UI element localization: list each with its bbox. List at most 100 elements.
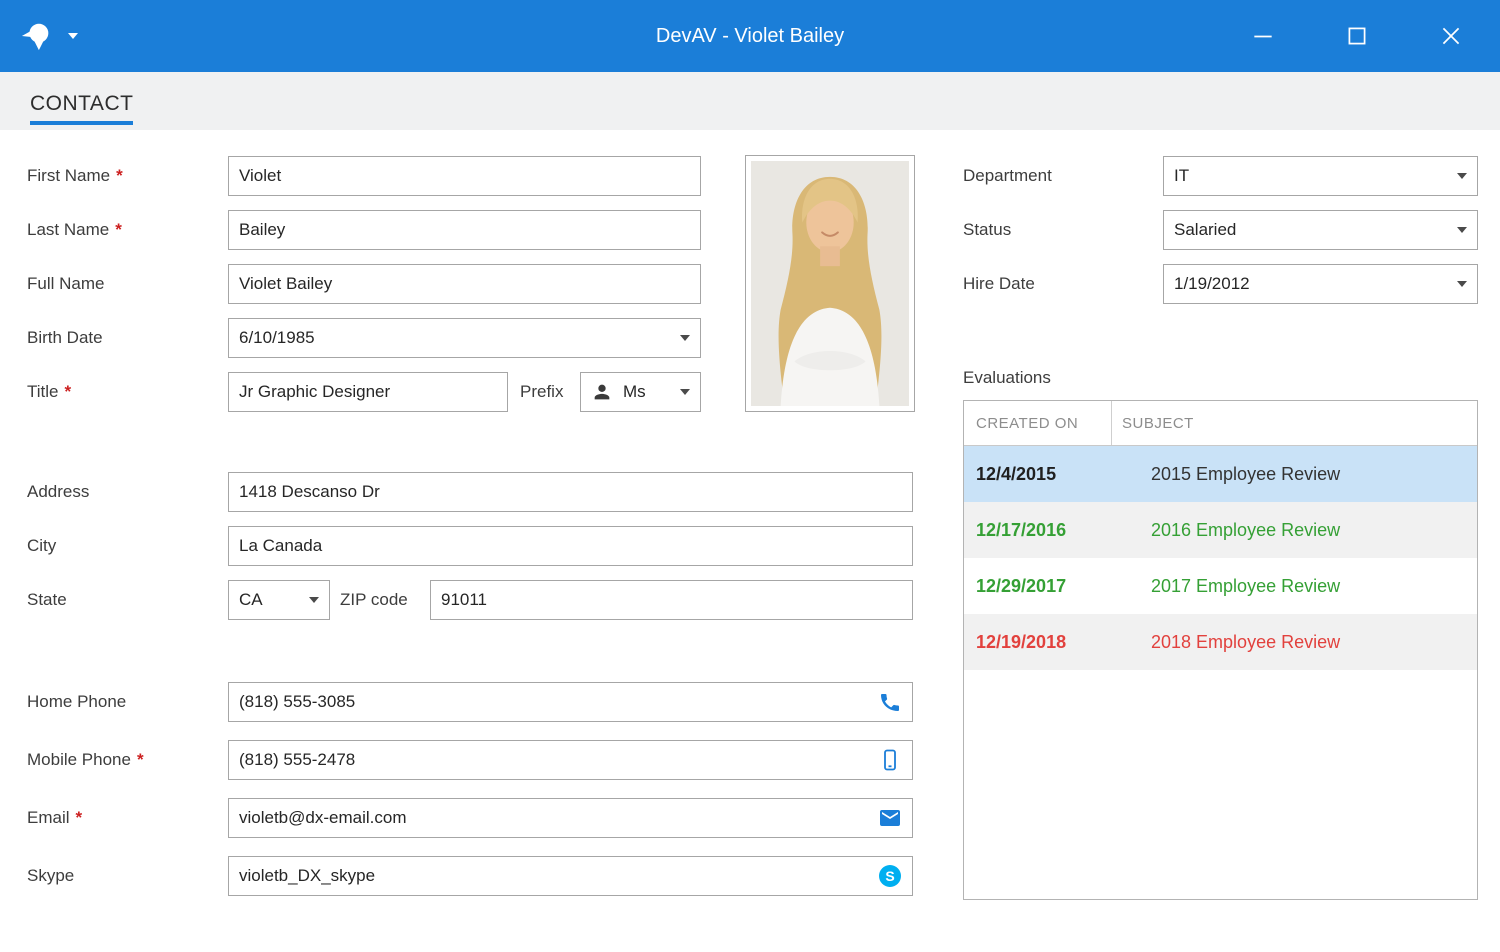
prefix-value: Ms xyxy=(623,382,680,402)
close-button[interactable] xyxy=(1420,12,1482,60)
tab-contact-label: CONTACT xyxy=(30,92,133,115)
chevron-down-icon xyxy=(68,33,78,39)
state-value: CA xyxy=(239,590,309,610)
prefix-combo[interactable]: Ms xyxy=(580,372,701,412)
chevron-down-icon xyxy=(1457,227,1467,233)
address-label: Address xyxy=(27,472,89,512)
home-phone-label: Home Phone xyxy=(27,682,126,722)
first-name-input[interactable] xyxy=(228,156,701,196)
svg-text:S: S xyxy=(885,868,894,884)
status-label-text: Status xyxy=(963,220,1011,240)
skype-field: S xyxy=(228,856,913,896)
title-input[interactable] xyxy=(228,372,508,412)
chevron-down-icon xyxy=(1457,173,1467,179)
state-label-text: State xyxy=(27,590,67,610)
prefix-label: Prefix xyxy=(520,372,563,412)
email-input[interactable] xyxy=(228,798,913,838)
city-label: City xyxy=(27,526,56,566)
contact-form: First Name * Last Name * Full Name Birth… xyxy=(0,130,1500,952)
state-combo[interactable]: CA xyxy=(228,580,330,620)
minimize-button[interactable] xyxy=(1232,12,1294,60)
mobile-phone-label-text: Mobile Phone xyxy=(27,750,131,770)
maximize-button[interactable] xyxy=(1326,12,1388,60)
evaluations-label: Evaluations xyxy=(963,358,1051,398)
evaluation-row-2017[interactable]: 12/29/2017 2017 Employee Review xyxy=(964,558,1477,614)
app-logo-icon xyxy=(20,19,54,53)
mobile-phone-label: Mobile Phone * xyxy=(27,740,144,780)
evaluation-subject: 2017 Employee Review xyxy=(1111,576,1477,597)
chevron-down-icon xyxy=(680,335,690,341)
hire-date-label: Hire Date xyxy=(963,264,1035,304)
evaluation-subject: 2016 Employee Review xyxy=(1111,520,1477,541)
email-label: Email * xyxy=(27,798,82,838)
home-phone-field xyxy=(228,682,913,722)
mobile-phone-icon xyxy=(878,748,902,772)
required-marker: * xyxy=(137,750,144,770)
birth-date-label-text: Birth Date xyxy=(27,328,103,348)
email-field xyxy=(228,798,913,838)
home-phone-input[interactable] xyxy=(228,682,913,722)
column-header-created-on[interactable]: CREATED ON xyxy=(964,401,1111,445)
birth-date-label: Birth Date xyxy=(27,318,103,358)
department-combo[interactable]: IT xyxy=(1163,156,1478,196)
birth-date-value: 6/10/1985 xyxy=(239,328,680,348)
full-name-label: Full Name xyxy=(27,264,104,304)
evaluation-created-on: 12/17/2016 xyxy=(964,520,1111,541)
tabstrip: CONTACT xyxy=(0,72,1500,130)
phone-icon xyxy=(878,690,902,714)
app-menu-button[interactable] xyxy=(0,19,78,53)
required-marker: * xyxy=(116,166,123,186)
state-label: State xyxy=(27,580,67,620)
address-input[interactable] xyxy=(228,472,913,512)
prefix-label-text: Prefix xyxy=(520,382,563,402)
address-label-text: Address xyxy=(27,482,89,502)
full-name-label-text: Full Name xyxy=(27,274,104,294)
evaluations-header: CREATED ON SUBJECT xyxy=(964,401,1477,446)
home-phone-label-text: Home Phone xyxy=(27,692,126,712)
zip-input[interactable] xyxy=(430,580,913,620)
status-combo[interactable]: Salaried xyxy=(1163,210,1478,250)
last-name-input[interactable] xyxy=(228,210,701,250)
zip-label-text: ZIP code xyxy=(340,590,408,610)
skype-label-text: Skype xyxy=(27,866,74,886)
title-label-text: Title xyxy=(27,382,59,402)
evaluation-row-2016[interactable]: 12/17/2016 2016 Employee Review xyxy=(964,502,1477,558)
skype-label: Skype xyxy=(27,856,74,896)
birth-date-combo[interactable]: 6/10/1985 xyxy=(228,318,701,358)
skype-input[interactable] xyxy=(228,856,913,896)
skype-icon: S xyxy=(878,864,902,888)
evaluation-created-on: 12/29/2017 xyxy=(964,576,1111,597)
tab-contact[interactable]: CONTACT xyxy=(30,92,133,125)
last-name-label: Last Name * xyxy=(27,210,122,250)
chevron-down-icon xyxy=(680,389,690,395)
mobile-phone-input[interactable] xyxy=(228,740,913,780)
required-marker: * xyxy=(65,382,72,402)
department-label: Department xyxy=(963,156,1052,196)
department-value: IT xyxy=(1174,166,1457,186)
hire-date-label-text: Hire Date xyxy=(963,274,1035,294)
window-controls xyxy=(1232,12,1500,60)
hire-date-combo[interactable]: 1/19/2012 xyxy=(1163,264,1478,304)
column-header-subject[interactable]: SUBJECT xyxy=(1111,401,1477,445)
evaluation-created-on: 12/19/2018 xyxy=(964,632,1111,653)
chevron-down-icon xyxy=(1457,281,1467,287)
titlebar: DevAV - Violet Bailey xyxy=(0,0,1500,72)
evaluations-grid: CREATED ON SUBJECT 12/4/2015 2015 Employ… xyxy=(963,400,1478,900)
evaluation-created-on: 12/4/2015 xyxy=(964,464,1111,485)
department-label-text: Department xyxy=(963,166,1052,186)
first-name-label: First Name * xyxy=(27,156,123,196)
full-name-input[interactable] xyxy=(228,264,701,304)
city-input[interactable] xyxy=(228,526,913,566)
first-name-label-text: First Name xyxy=(27,166,110,186)
city-label-text: City xyxy=(27,536,56,556)
email-label-text: Email xyxy=(27,808,70,828)
zip-label: ZIP code xyxy=(340,580,408,620)
evaluation-row-2015[interactable]: 12/4/2015 2015 Employee Review xyxy=(964,446,1477,502)
evaluations-label-text: Evaluations xyxy=(963,368,1051,388)
person-icon xyxy=(591,381,613,403)
title-label: Title * xyxy=(27,372,71,412)
chevron-down-icon xyxy=(309,597,319,603)
required-marker: * xyxy=(76,808,83,828)
last-name-label-text: Last Name xyxy=(27,220,109,240)
evaluation-row-2018[interactable]: 12/19/2018 2018 Employee Review xyxy=(964,614,1477,670)
